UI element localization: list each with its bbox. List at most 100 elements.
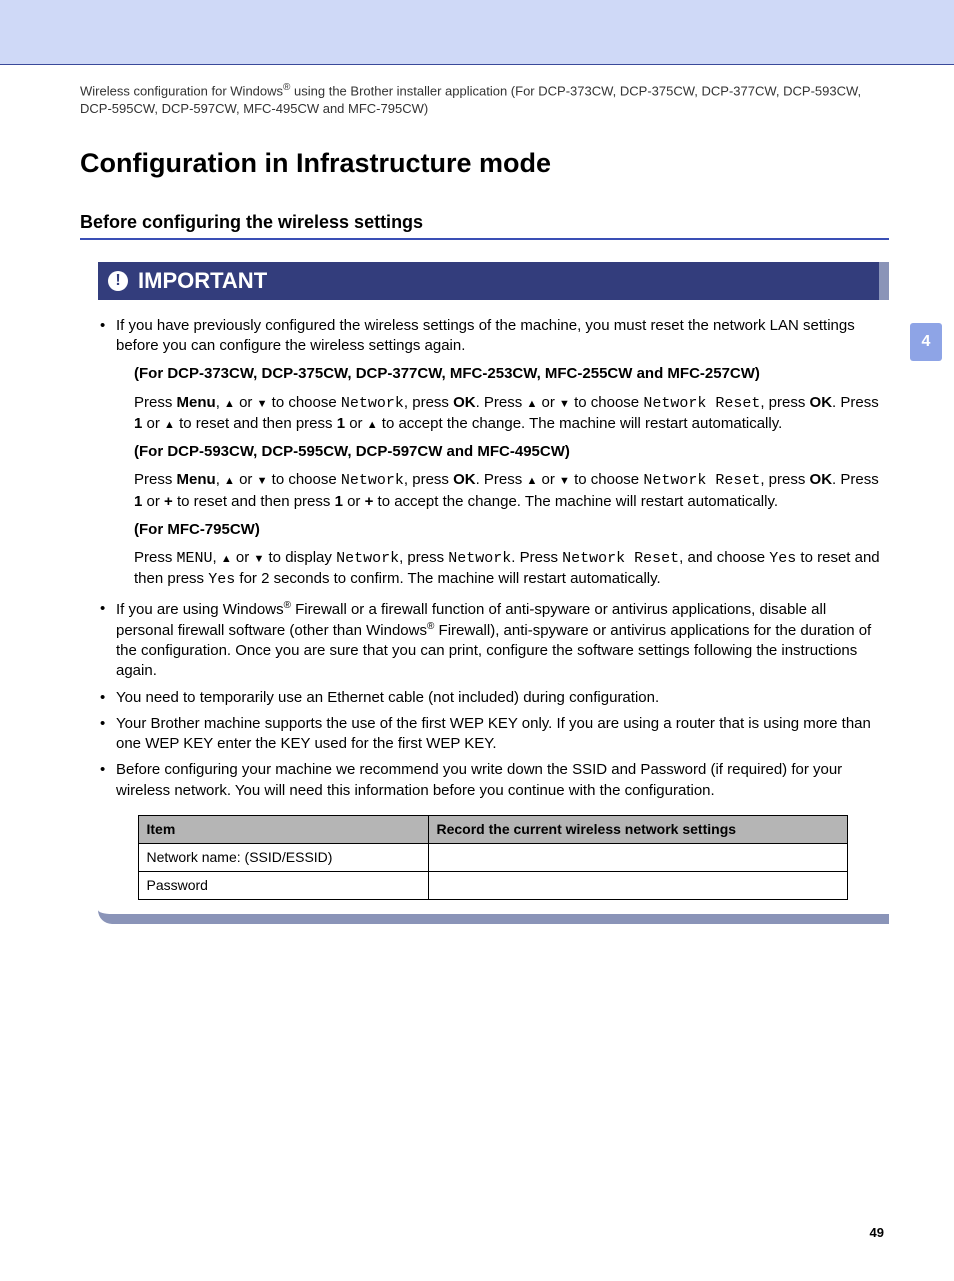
list-item: Before configuring your machine we recom… [98,760,887,801]
txt: , press [404,394,453,411]
txt: to choose [268,471,341,488]
txt: for 2 seconds to confirm. The machine wi… [235,570,660,587]
bullet1-intro: If you have previously configured the wi… [116,317,855,354]
yes-option: Yes [769,550,796,567]
txt: to choose [570,471,643,488]
txt: Press [840,471,878,488]
up-arrow-icon: ▲ [526,475,537,487]
txt: or [343,493,365,510]
txt: , [216,471,224,488]
txt: . Press [511,549,562,566]
table-cell-ssid-value [428,843,847,871]
down-arrow-icon: ▼ [257,398,268,410]
txt: Press [134,471,177,488]
txt: to display [264,549,336,566]
table-header-item: Item [138,815,428,843]
down-arrow-icon: ▼ [559,398,570,410]
models-line-2: (For DCP-593CW, DCP-595CW, DCP-597CW and… [134,442,887,462]
models-line-3: (For MFC-795CW) [134,520,887,540]
header-pre: Wireless configuration for Windows [80,83,283,98]
table-row: Network name: (SSID/ESSID) [138,843,847,871]
up-arrow-icon: ▲ [224,398,235,410]
one-key: 1 [335,493,343,510]
down-arrow-icon: ▼ [559,475,570,487]
instruction-line-2: Press Menu, ▲ or ▼ to choose Network, pr… [134,470,887,512]
table-header-row: Item Record the current wireless network… [138,815,847,843]
network-option: Network [336,550,399,567]
txt: , press [760,394,809,411]
instruction-line-1: Press Menu, ▲ or ▼ to choose Network, pr… [134,393,887,435]
table-header-record: Record the current wireless network sett… [428,815,847,843]
down-arrow-icon: ▼ [257,475,268,487]
txt: to choose [570,394,643,411]
txt: Press [134,549,177,566]
txt: to reset and then press [173,493,335,510]
network-reset-option: Network Reset [643,395,760,412]
bullet2a: If you are using Windows [116,601,284,618]
up-arrow-icon: ▲ [164,419,175,431]
important-callout: IMPORTANT If you have previously configu… [98,262,889,923]
list-item: Your Brother machine supports the use of… [98,714,887,755]
table-cell-ssid-label: Network name: (SSID/ESSID) [138,843,428,871]
ok-key: OK [810,394,833,411]
important-label: IMPORTANT [138,266,267,296]
up-arrow-icon: ▲ [526,398,537,410]
txt: to accept the change. The machine will r… [373,493,778,510]
section-subheading: Before configuring the wireless settings [80,210,889,240]
txt: or [142,415,164,432]
network-option: Network [341,472,404,489]
ok-key: OK [453,394,476,411]
txt: . Press [476,394,527,411]
table-row: Password [138,871,847,899]
list-item: If you have previously configured the wi… [98,316,887,591]
important-list: If you have previously configured the wi… [98,316,887,801]
up-arrow-icon: ▲ [367,419,378,431]
txt: , [213,549,221,566]
network-option: Network [448,550,511,567]
txt: , press [404,471,453,488]
network-settings-table: Item Record the current wireless network… [138,815,848,900]
instruction-line-3: Press MENU, ▲ or ▼ to display Network, p… [134,548,887,591]
up-arrow-icon: ▲ [224,475,235,487]
txt: or [232,549,254,566]
txt: . Press [476,471,527,488]
txt: , press [760,471,809,488]
txt: or [537,471,559,488]
one-key: 1 [337,415,345,432]
exclamation-icon [108,271,128,291]
up-arrow-icon: ▲ [221,553,232,565]
models-line-1: (For DCP-373CW, DCP-375CW, DCP-377CW, MF… [134,364,887,384]
txt: Press [840,394,878,411]
txt: to reset and then press [175,415,337,432]
ok-key: OK [810,471,833,488]
txt: or [345,415,367,432]
txt: to accept the change. The machine will r… [378,415,783,432]
top-band [0,0,954,65]
plus-key: + [164,493,173,510]
menu-key: Menu [177,394,216,411]
ok-key: OK [453,471,476,488]
txt: , [216,394,224,411]
page-body: 4 Wireless configuration for Windows® us… [0,65,954,1281]
important-body: If you have previously configured the wi… [98,300,889,924]
important-header: IMPORTANT [98,262,889,300]
list-item: You need to temporarily use an Ethernet … [98,688,887,708]
menu-key: MENU [177,550,213,567]
page-number: 49 [80,1224,889,1242]
txt: , and choose [679,549,769,566]
network-option: Network [341,395,404,412]
table-cell-password-label: Password [138,871,428,899]
network-reset-option: Network Reset [643,472,760,489]
txt: to choose [268,394,341,411]
registered-symbol: ® [284,600,291,611]
down-arrow-icon: ▼ [253,553,264,565]
page-title: Configuration in Infrastructure mode [80,145,889,181]
chapter-tab: 4 [910,323,942,361]
network-reset-option: Network Reset [562,550,679,567]
txt: Press [134,394,177,411]
txt: or [537,394,559,411]
list-item: If you are using Windows® Firewall or a … [98,599,887,682]
txt: or [235,471,257,488]
yes-option: Yes [208,571,235,588]
txt: or [235,394,257,411]
